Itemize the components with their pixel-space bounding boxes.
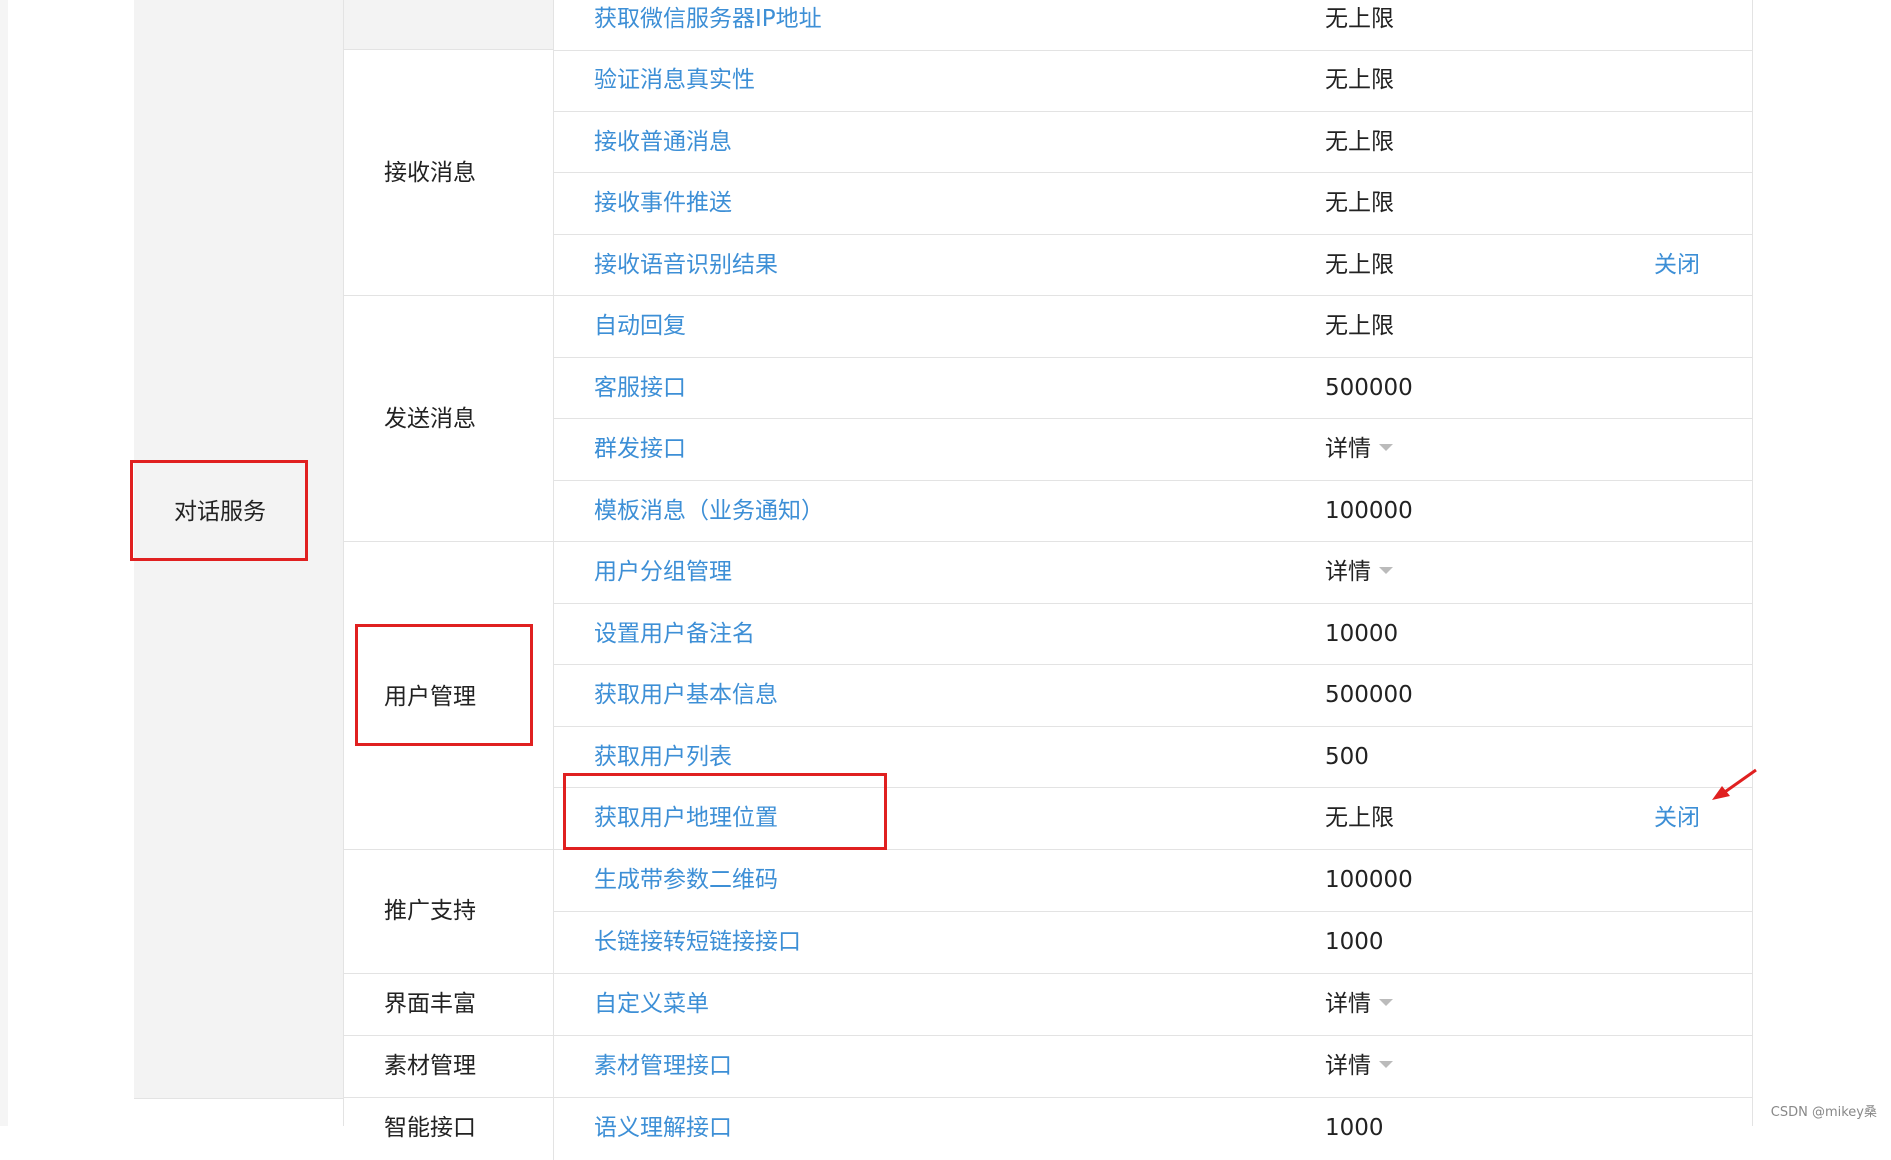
api-link[interactable]: 验证消息真实性 — [594, 65, 755, 95]
api-link[interactable]: 用户分组管理 — [594, 557, 732, 587]
api-link[interactable]: 自定义菜单 — [594, 989, 709, 1019]
limit-value: 10000 — [1325, 620, 1399, 647]
chevron-down-icon — [1379, 1061, 1393, 1068]
group-label-material: 素材管理 — [384, 1053, 476, 1079]
limit-value: 无上限 — [1325, 313, 1394, 339]
table-row: 素材管理接口 详情 — [554, 1036, 1752, 1098]
limit-value: 500000 — [1325, 682, 1413, 708]
chevron-down-icon — [1379, 567, 1393, 574]
highlight-box-user-group — [355, 624, 533, 746]
details-label: 详情 — [1325, 1053, 1371, 1079]
table-row: 语义理解接口 1000 — [554, 1098, 1752, 1160]
api-link[interactable]: 自动回复 — [594, 311, 686, 341]
api-link[interactable]: 生成带参数二维码 — [594, 865, 778, 895]
api-link[interactable]: 获取用户列表 — [594, 742, 732, 772]
api-link[interactable]: 获取用户基本信息 — [594, 680, 778, 710]
api-link[interactable]: 接收普通消息 — [594, 127, 732, 157]
limit-details[interactable]: 详情 — [1325, 434, 1393, 464]
api-link[interactable]: 语义理解接口 — [594, 1113, 732, 1143]
next-category-cell — [134, 1098, 344, 1126]
group-cell-smart: 智能接口 — [344, 1098, 554, 1160]
limit-value: 500 — [1325, 743, 1369, 770]
api-link[interactable]: 接收事件推送 — [594, 188, 732, 218]
limit-value: 1000 — [1325, 1115, 1384, 1141]
table-row: 长链接转短链接接口 1000 — [554, 912, 1752, 974]
group-cell-ui: 界面丰富 — [344, 974, 554, 1036]
group-cell-material: 素材管理 — [344, 1036, 554, 1098]
limit-value: 无上限 — [1325, 251, 1394, 278]
table-row: 自定义菜单 详情 — [554, 974, 1752, 1036]
table-row: 客服接口 500000 — [554, 358, 1752, 419]
table-row: 验证消息真实性 无上限 — [554, 50, 1752, 112]
details-label: 详情 — [1325, 559, 1371, 585]
group-cell-promo: 推广支持 — [344, 850, 554, 974]
highlight-box-category — [130, 460, 308, 561]
table-row: 接收语音识别结果 无上限 关闭 — [554, 235, 1752, 296]
group-cell-send: 发送消息 — [344, 296, 554, 542]
api-link[interactable]: 设置用户备注名 — [594, 619, 755, 649]
chevron-down-icon — [1379, 999, 1393, 1006]
api-link[interactable]: 客服接口 — [594, 373, 686, 403]
group-label-promo: 推广支持 — [384, 898, 476, 924]
chevron-down-icon — [1379, 444, 1393, 451]
limit-value: 100000 — [1325, 497, 1413, 524]
api-link[interactable]: 长链接转短链接接口 — [594, 927, 801, 957]
limit-value: 1000 — [1325, 929, 1384, 955]
limit-value: 无上限 — [1325, 67, 1394, 93]
table-row: 群发接口 详情 — [554, 419, 1752, 481]
table-row: 接收事件推送 无上限 — [554, 173, 1752, 235]
group-label-send: 发送消息 — [384, 406, 476, 432]
table-row: 用户分组管理 详情 — [554, 542, 1752, 604]
table-row: 生成带参数二维码 100000 — [554, 850, 1752, 912]
api-link[interactable]: 素材管理接口 — [594, 1051, 732, 1081]
table-row: 获取用户基本信息 500000 — [554, 665, 1752, 727]
limit-details[interactable]: 详情 — [1325, 557, 1393, 587]
api-link[interactable]: 接收语音识别结果 — [594, 250, 778, 280]
limit-value: 无上限 — [1325, 190, 1394, 216]
api-link[interactable]: 群发接口 — [594, 434, 686, 464]
group-label-receive: 接收消息 — [384, 160, 476, 186]
limit-details[interactable]: 详情 — [1325, 989, 1393, 1019]
limit-value: 无上限 — [1325, 805, 1394, 831]
table-row: 接收普通消息 无上限 — [554, 112, 1752, 173]
details-label: 详情 — [1325, 991, 1371, 1017]
limit-value: 100000 — [1325, 867, 1413, 893]
table-row: 模板消息（业务通知） 100000 — [554, 481, 1752, 542]
table-row: 获取微信服务器IP地址 无上限 — [554, 0, 1752, 51]
group-label-smart: 智能接口 — [384, 1115, 476, 1141]
left-edge — [0, 0, 8, 1126]
limit-value: 无上限 — [1325, 6, 1394, 32]
highlight-box-location-api — [563, 773, 887, 850]
limit-details[interactable]: 详情 — [1325, 1051, 1393, 1081]
details-label: 详情 — [1325, 436, 1371, 462]
watermark: CSDN @mikey桑 — [1770, 1105, 1877, 1120]
close-button[interactable]: 关闭 — [1654, 250, 1700, 280]
group-label-ui: 界面丰富 — [384, 991, 476, 1017]
api-link[interactable]: 模板消息（业务通知） — [594, 496, 824, 526]
page-margin — [8, 0, 134, 1126]
table-row: 设置用户备注名 10000 — [554, 604, 1752, 665]
group-cell-receive: 接收消息 — [344, 50, 554, 296]
limit-value: 无上限 — [1325, 128, 1394, 155]
limit-value: 500000 — [1325, 374, 1413, 401]
group-cell-top — [344, 0, 554, 50]
api-link[interactable]: 获取微信服务器IP地址 — [594, 4, 822, 34]
close-button[interactable]: 关闭 — [1654, 803, 1700, 833]
table-row: 自动回复 无上限 — [554, 296, 1752, 358]
arrow-annotation-icon — [1712, 768, 1757, 800]
